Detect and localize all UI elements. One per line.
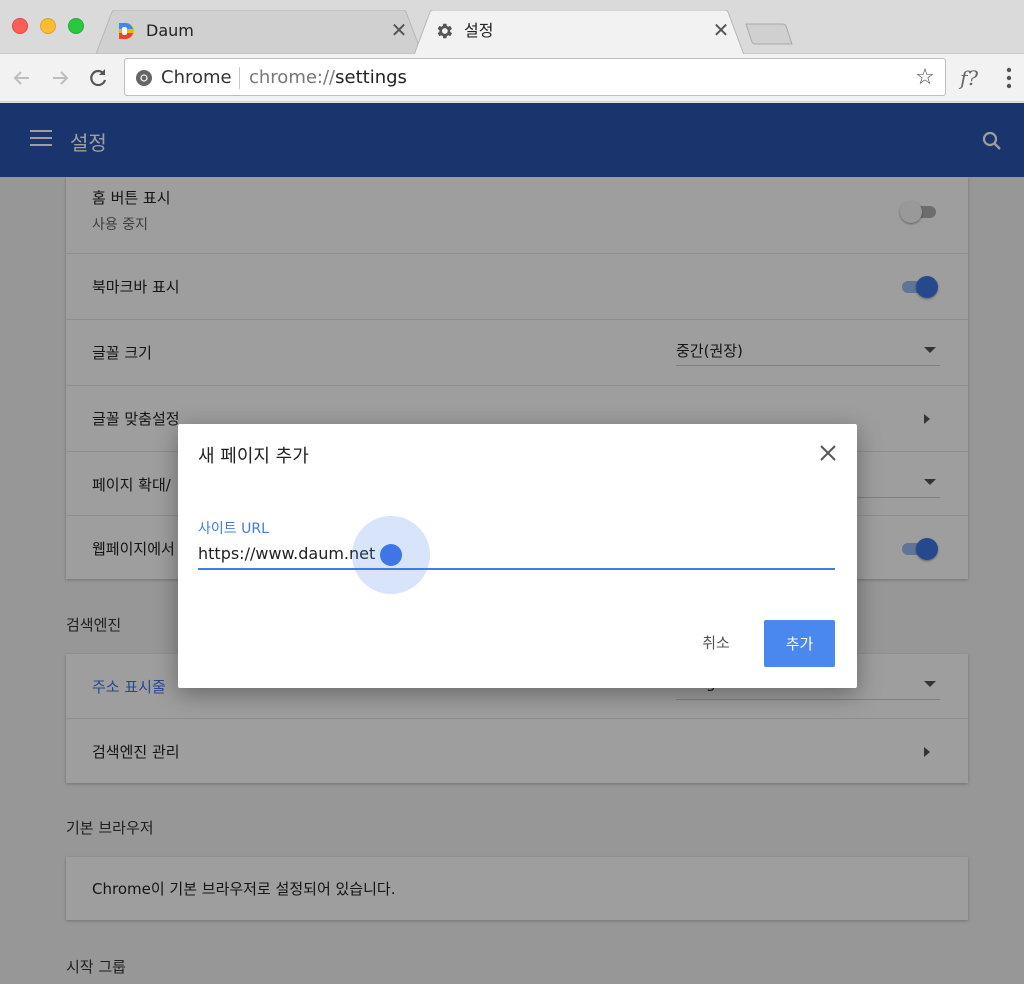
site-url-input[interactable]: [198, 538, 835, 570]
url-prefix: chrome://: [249, 67, 336, 88]
chrome-logo-icon: [136, 70, 152, 86]
url-path: settings: [335, 67, 407, 88]
window-minimize-button[interactable]: [40, 18, 56, 34]
site-url-label: 사이트 URL: [198, 521, 269, 537]
bookmark-star-icon[interactable]: ☆: [913, 66, 937, 90]
arrow-right-icon: [53, 71, 69, 85]
tab-title: Daum: [146, 21, 194, 40]
window-close-button[interactable]: [12, 18, 28, 34]
menu-dots-icon[interactable]: [1002, 67, 1016, 89]
browser-titlebar: Daum ✕ 설정 ✕: [0, 0, 1024, 55]
dialog-title: 새 페이지 추가: [198, 446, 309, 467]
cursor-indicator: [380, 544, 402, 566]
close-icon[interactable]: [817, 442, 839, 464]
arrow-left-icon: [13, 71, 29, 85]
add-button[interactable]: 추가: [764, 620, 835, 667]
add-page-dialog: 새 페이지 추가 사이트 URL 취소 추가: [178, 424, 857, 688]
extension-icon[interactable]: f?: [960, 66, 978, 90]
tab-settings[interactable]: 설정 ✕: [414, 10, 744, 55]
back-button[interactable]: [8, 64, 36, 92]
forward-button[interactable]: [46, 64, 74, 92]
window-zoom-button[interactable]: [68, 18, 84, 34]
reload-button[interactable]: [84, 64, 112, 92]
gear-icon: [437, 23, 452, 39]
tab-shape: [96, 10, 422, 54]
tab-title: 설정: [464, 21, 494, 40]
daum-favicon-icon: [119, 23, 134, 39]
browser-toolbar: Chrome chrome://settings ☆ f?: [0, 54, 1024, 102]
site-chip-label: Chrome: [161, 67, 232, 88]
tab-close-icon[interactable]: ✕: [388, 19, 410, 41]
new-tab-button[interactable]: [744, 22, 794, 46]
tab-close-icon[interactable]: ✕: [710, 19, 732, 41]
cancel-button[interactable]: 취소: [678, 620, 754, 664]
tab-daum[interactable]: Daum ✕: [96, 10, 422, 54]
omnibox-separator: [239, 67, 240, 89]
reload-icon: [90, 69, 107, 87]
url-text: chrome://settings: [249, 67, 407, 89]
address-bar[interactable]: Chrome chrome://settings ☆: [124, 58, 946, 96]
